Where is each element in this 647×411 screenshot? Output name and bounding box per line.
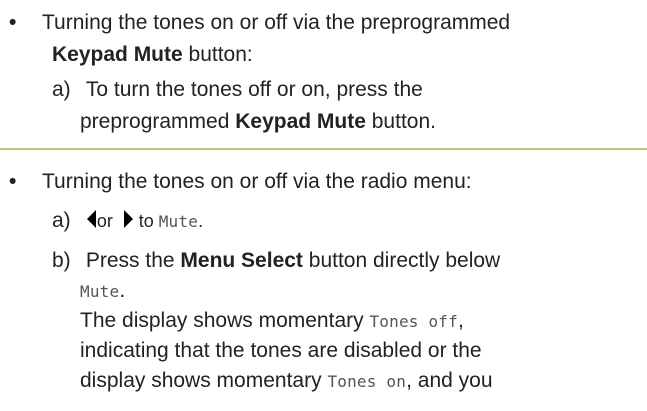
step-label: a) [52,209,71,232]
bullet-text: Turning the tones on or off via the radi… [42,170,472,193]
step-text: display shows momentary [80,369,328,392]
step-text: To turn the tones off or on, press the [85,78,423,101]
step-label: a) [52,78,71,101]
mute-menu-item: Mute [80,282,120,301]
or-text: or [96,211,113,231]
comma: , [457,309,464,332]
period: . [198,211,204,231]
keypad-mute-term: Keypad Mute [52,43,183,66]
bullet-marker: • [9,11,17,34]
bullet-item-keypad-mute: • Turning the tones on or off via the pre… [9,8,510,38]
bullet-text: Turning the tones on or off via the prep… [42,11,511,34]
step-text: The display shows momentary [80,309,370,332]
step-text: button directly below [302,249,501,272]
step-text: button. [365,110,436,133]
mute-menu-item: Mute [158,212,199,231]
step-label: b) [52,249,71,272]
step-a-keypad: a) To turn the tones off or on, press th… [52,75,423,105]
step-b-result-line3: display shows momentary Tones on, and yo… [80,366,493,397]
step-b-result-line1: The display shows momentary Tones off, [80,306,464,337]
left-arrow-icon [86,210,96,228]
bullet-item-radio-menu: • Turning the tones on or off via the rad… [9,167,472,197]
menu-select-term: Menu Select [180,249,303,272]
step-b-result-line2: indicating that the tones are disabled o… [80,336,482,366]
step-text: Press the [85,249,181,272]
step-a-menu: a) or to Mute. [52,206,203,237]
step-text: indicating that the tones are disabled o… [80,339,482,362]
bullet-text-rest: button: [182,43,253,66]
step-a-keypad-cont: preprogrammed Keypad Mute button. [80,107,436,137]
right-arrow-icon [123,210,133,228]
keypad-mute-term: Keypad Mute [235,110,366,133]
step-b-menu: b) Press the Menu Select button directly… [52,246,500,276]
step-text: preprogrammed [80,110,236,133]
tones-on-display: Tones on [327,372,407,391]
section-divider [0,148,647,150]
step-text: , and you [406,369,493,392]
bullet-continuation: Keypad Mute button: [52,40,253,70]
tones-off-display: Tones off [369,312,458,331]
to-text: to [133,211,159,231]
bullet-marker: • [9,170,17,193]
period: . [119,279,126,302]
step-b-cont: Mute. [80,276,125,307]
